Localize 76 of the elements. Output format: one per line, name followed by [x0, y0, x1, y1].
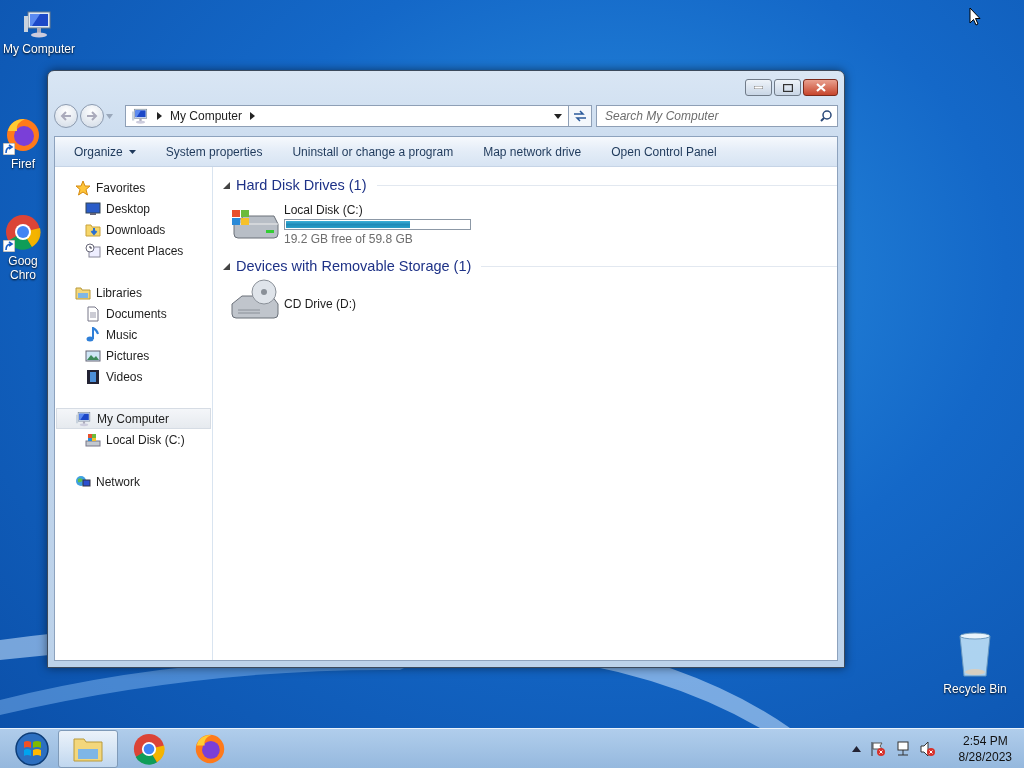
toolbar-button[interactable]: Open Control Panel: [596, 140, 732, 163]
music-note-icon: [85, 326, 101, 343]
nav-item[interactable]: Libraries: [55, 282, 212, 303]
caret-icon: [128, 149, 136, 154]
refresh-button[interactable]: [568, 105, 592, 127]
trash-bin-icon[interactable]: [956, 630, 994, 678]
monitor-icon: [85, 200, 101, 217]
nav-item[interactable]: Music: [55, 324, 212, 345]
browser-icon[interactable]: [5, 214, 41, 250]
globe-monitor-icon: [75, 473, 91, 490]
nav-item[interactable]: Local Disk (C:): [55, 429, 212, 450]
monitor-icon: [132, 108, 149, 124]
collapse-arrow-icon[interactable]: [223, 262, 230, 270]
collapse-arrow-icon[interactable]: [223, 181, 230, 189]
toolbar-button[interactable]: Uninstall or change a program: [277, 140, 469, 163]
monitor-icon: [76, 410, 92, 427]
caret-icon: [157, 112, 162, 120]
nav-item[interactable]: Favorites: [55, 177, 212, 198]
flag-icon[interactable]: [869, 741, 886, 757]
icon-label: My Computer: [2, 42, 76, 56]
icon-label: Goog Chro: [7, 254, 39, 282]
clock-window-icon: [85, 242, 101, 259]
browser-icon: [194, 733, 226, 765]
nav-item[interactable]: My Computer: [56, 408, 211, 429]
breadcrumb-link[interactable]: My Computer: [170, 109, 243, 123]
icon-label: Recycle Bin: [942, 682, 1008, 696]
group-header: Hard Disk Drives (1): [236, 177, 367, 193]
nav-item[interactable]: Pictures: [55, 345, 212, 366]
address-bar[interactable]: My Computer: [125, 105, 569, 127]
minimize-button[interactable]: [745, 79, 772, 96]
browser-icon: [133, 733, 165, 765]
clock-date[interactable]: 8/28/2023: [958, 749, 1012, 765]
drive-name[interactable]: Local Disk (C:): [284, 203, 471, 217]
free-space-text: 19.2 GB free of 59.8 GB: [284, 232, 414, 246]
image-file-icon: [85, 347, 101, 364]
toolbar-button[interactable]: System properties: [150, 140, 278, 163]
chevron-up-icon[interactable]: [851, 746, 861, 752]
drive-icon: [85, 431, 101, 448]
nav-item[interactable]: Documents: [55, 303, 212, 324]
cursor-icon: [969, 7, 981, 26]
toolbar-button[interactable]: Organize: [59, 140, 151, 163]
folder-icon: [75, 284, 91, 301]
shortcut-arrow-icon: [3, 143, 15, 155]
back-arrow-icon: [60, 110, 72, 121]
group-header: Devices with Removable Storage (1): [236, 258, 472, 274]
dropdown-caret-icon[interactable]: [554, 113, 562, 119]
clock-time[interactable]: 2:54 PM: [962, 733, 1008, 749]
refresh-arrows-icon: [573, 110, 587, 122]
start-orb-icon: [15, 732, 49, 766]
document-icon: [85, 305, 101, 322]
cd-drive-icon: [230, 278, 280, 320]
nav-item[interactable]: Desktop: [55, 198, 212, 219]
monitor-icon[interactable]: [24, 10, 54, 38]
browser-icon[interactable]: [5, 117, 41, 153]
star-icon: [75, 179, 91, 196]
minimize-icon: [754, 86, 763, 89]
download-folder-icon: [85, 221, 101, 238]
nav-item[interactable]: Network: [55, 471, 212, 492]
icon-label: Firef: [10, 157, 36, 171]
nav-item[interactable]: Downloads: [55, 219, 212, 240]
nav-item[interactable]: Videos: [55, 366, 212, 387]
close-button[interactable]: [803, 79, 838, 96]
network-icon[interactable]: [894, 741, 911, 757]
film-icon: [85, 368, 101, 385]
search-icon: [820, 110, 832, 122]
caret-icon: [250, 112, 256, 120]
maximize-icon: [782, 83, 793, 92]
nav-item[interactable]: Recent Places: [55, 240, 212, 261]
drive-name[interactable]: CD Drive (D:): [284, 297, 356, 311]
speaker-muted-icon[interactable]: [919, 741, 936, 757]
shortcut-arrow-icon: [3, 240, 15, 252]
forward-arrow-icon: [86, 110, 98, 121]
maximize-button[interactable]: [774, 79, 801, 96]
search-field[interactable]: Search My Computer: [596, 105, 838, 127]
toolbar-button[interactable]: Map network drive: [468, 140, 597, 163]
close-icon: [815, 83, 826, 92]
